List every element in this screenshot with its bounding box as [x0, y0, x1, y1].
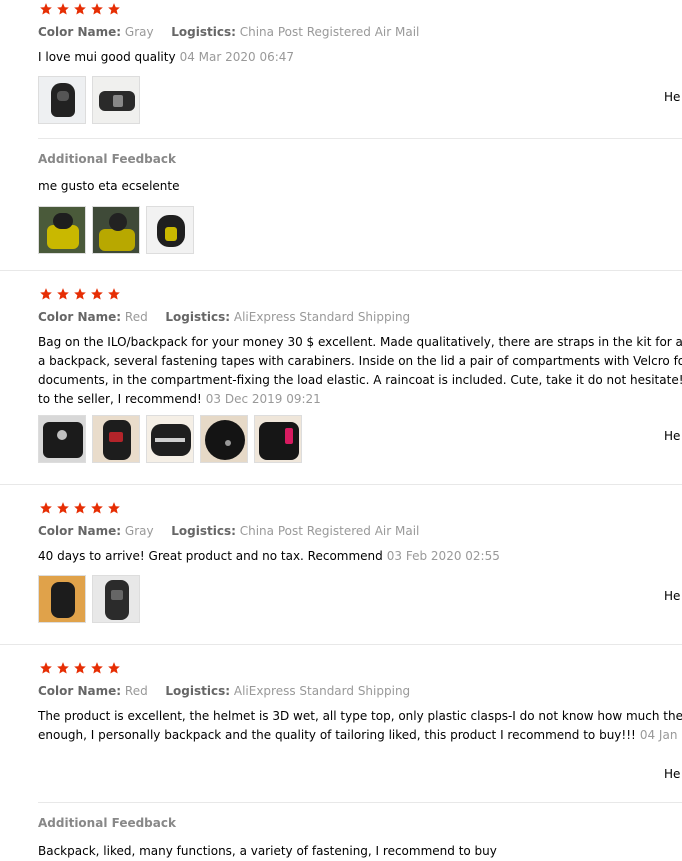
- logistics-value: AliExpress Standard Shipping: [233, 310, 411, 324]
- review-photo[interactable]: [254, 415, 302, 463]
- review-text-line: I love mui good quality: [38, 50, 176, 64]
- logistics-label: Logistics:: [165, 310, 231, 324]
- helpful-button[interactable]: He: [664, 429, 680, 443]
- review-3: Color Name: Gray Logistics: China Post R…: [0, 485, 682, 645]
- review-date: 03 Dec 2019 09:21: [205, 392, 321, 406]
- divider: [38, 802, 682, 803]
- review-photo[interactable]: [92, 575, 140, 623]
- review-4: Color Name: Red Logistics: AliExpress St…: [0, 645, 682, 858]
- logistics-label: Logistics:: [171, 25, 236, 39]
- review-date: 04 Jan 2: [639, 728, 682, 742]
- star-icon: [38, 661, 55, 675]
- helpful-button[interactable]: He: [664, 90, 680, 104]
- review-meta: Color Name: Red Logistics: AliExpress St…: [38, 684, 410, 698]
- star-icon: [38, 2, 55, 16]
- star-icon: [72, 2, 89, 16]
- additional-feedback-line: Backpack, liked, many functions, a varie…: [38, 844, 497, 858]
- review-text: Bag on the ILO/backpack for your money 3…: [38, 333, 682, 409]
- color-name-label: Color Name:: [38, 310, 122, 324]
- star-icon: [72, 661, 89, 675]
- star-icon: [106, 661, 123, 675]
- rating-stars: [38, 287, 123, 301]
- review-text-line: The product is excellent, the helmet is …: [38, 709, 682, 723]
- star-icon: [106, 501, 123, 515]
- star-icon: [89, 501, 106, 515]
- additional-feedback-text: Backpack, liked, many functions, a varie…: [38, 842, 682, 861]
- star-icon: [38, 287, 55, 301]
- color-name-label: Color Name:: [38, 25, 122, 39]
- review-photo[interactable]: [38, 206, 86, 254]
- additional-feedback-text: me gusto eta ecselente: [38, 177, 682, 196]
- additional-feedback-line: me gusto eta ecselente: [38, 179, 180, 193]
- color-name-value: Red: [124, 684, 148, 698]
- review-2: Color Name: Red Logistics: AliExpress St…: [0, 271, 682, 485]
- star-icon: [72, 287, 89, 301]
- review-meta: Color Name: Red Logistics: AliExpress St…: [38, 310, 410, 324]
- logistics-value: China Post Registered Air Mail: [239, 25, 420, 39]
- review-photo[interactable]: [146, 206, 194, 254]
- review-photos: [38, 575, 146, 623]
- review-photo[interactable]: [38, 76, 86, 124]
- additional-photos: [38, 206, 200, 254]
- review-1: Color Name: Gray Logistics: China Post R…: [0, 0, 682, 271]
- star-icon: [89, 661, 106, 675]
- rating-stars: [38, 661, 123, 675]
- review-photo[interactable]: [92, 206, 140, 254]
- review-photo[interactable]: [38, 575, 86, 623]
- review-photo[interactable]: [92, 415, 140, 463]
- review-meta: Color Name: Gray Logistics: China Post R…: [38, 25, 419, 39]
- review-date: 04 Mar 2020 06:47: [179, 50, 295, 64]
- additional-feedback-title: Additional Feedback: [38, 816, 176, 830]
- review-text: 40 days to arrive! Great product and no …: [38, 547, 682, 566]
- star-icon: [89, 2, 106, 16]
- star-icon: [106, 2, 123, 16]
- star-icon: [55, 287, 72, 301]
- additional-feedback-title: Additional Feedback: [38, 152, 176, 166]
- color-name-label: Color Name:: [38, 524, 122, 538]
- logistics-value: China Post Registered Air Mail: [239, 524, 420, 538]
- review-text: I love mui good quality 04 Mar 2020 06:47: [38, 48, 682, 67]
- review-photos: [38, 76, 146, 124]
- review-text-line: documents, in the compartment-fixing the…: [38, 373, 682, 387]
- review-photo[interactable]: [200, 415, 248, 463]
- review-text-line: enough, I personally backpack and the qu…: [38, 728, 636, 742]
- star-icon: [55, 501, 72, 515]
- color-name-value: Red: [124, 310, 148, 324]
- color-name-label: Color Name:: [38, 684, 122, 698]
- divider: [38, 138, 682, 139]
- logistics-value: AliExpress Standard Shipping: [233, 684, 411, 698]
- review-date: 03 Feb 2020 02:55: [386, 549, 500, 563]
- star-icon: [106, 287, 123, 301]
- logistics-label: Logistics:: [165, 684, 231, 698]
- star-icon: [38, 501, 55, 515]
- review-photos: [38, 415, 308, 463]
- rating-stars: [38, 501, 123, 515]
- logistics-label: Logistics:: [171, 524, 236, 538]
- review-text-line: 40 days to arrive! Great product and no …: [38, 549, 383, 563]
- helpful-button[interactable]: He: [664, 589, 680, 603]
- review-text-line: a backpack, several fastening tapes with…: [38, 354, 682, 368]
- review-text-line: Bag on the ILO/backpack for your money 3…: [38, 335, 682, 349]
- rating-stars: [38, 2, 123, 16]
- review-meta: Color Name: Gray Logistics: China Post R…: [38, 524, 419, 538]
- star-icon: [72, 501, 89, 515]
- review-photo[interactable]: [146, 415, 194, 463]
- helpful-button[interactable]: He: [664, 767, 680, 781]
- review-text: The product is excellent, the helmet is …: [38, 707, 682, 745]
- review-photo[interactable]: [38, 415, 86, 463]
- star-icon: [55, 2, 72, 16]
- color-name-value: Gray: [124, 25, 154, 39]
- review-text-line: to the seller, I recommend!: [38, 392, 202, 406]
- star-icon: [55, 661, 72, 675]
- color-name-value: Gray: [124, 524, 154, 538]
- star-icon: [89, 287, 106, 301]
- review-photo[interactable]: [92, 76, 140, 124]
